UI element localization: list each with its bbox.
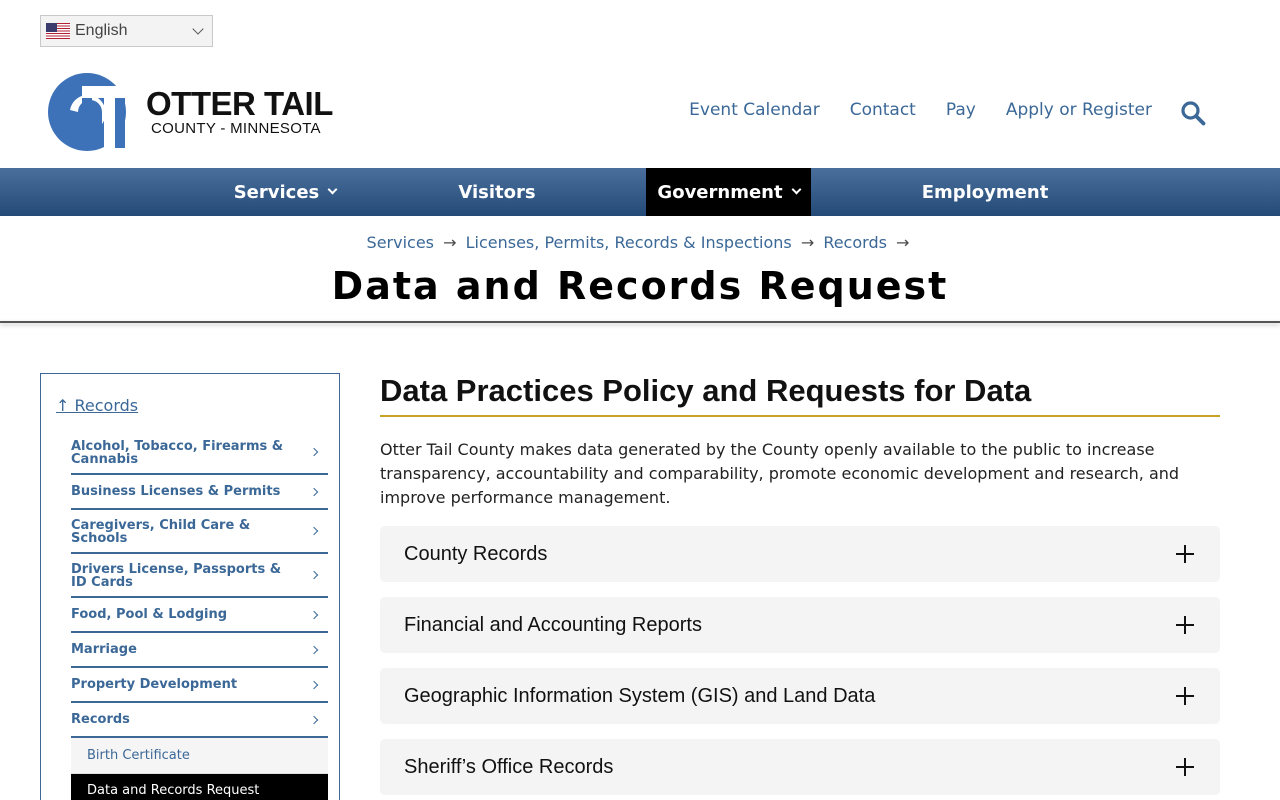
page-title: Data and Records Request [331,264,949,308]
chevron-down-icon [327,184,338,195]
apply-register-link[interactable]: Apply or Register [1006,100,1152,120]
sidebar-item-drivers-license[interactable]: Drivers License, Passports & ID Cards [71,554,328,598]
sidebar-item-records[interactable]: Records [71,703,328,738]
chevron-right-icon [309,645,319,654]
sidebar-item-label: Records [71,712,130,727]
chevron-down-icon [192,23,204,35]
breadcrumb-separator: → [800,233,815,252]
sidebar-item-marriage[interactable]: Marriage [71,633,328,668]
sidebar-subitem-data-records[interactable]: Data and Records Request [71,774,328,800]
plus-icon [1176,616,1194,634]
logo-name: OTTER TAIL [146,85,333,122]
language-label: English [75,22,128,39]
accordion-county-records[interactable]: County Records [380,526,1220,582]
nav-government[interactable]: Government [646,168,811,216]
accordion-financial-reports[interactable]: Financial and Accounting Reports [380,597,1220,653]
nav-government-label: Government [657,181,783,203]
chevron-right-icon [309,570,319,580]
nav-employment[interactable]: Employment [905,168,1065,216]
sidebar-list: Alcohol, Tobacco, Firearms & Cannabis Bu… [71,431,328,800]
nav-visitors[interactable]: Visitors [437,168,557,216]
breadcrumb-separator: → [443,233,457,252]
nav-employment-label: Employment [921,181,1049,203]
chevron-right-icon [309,680,319,689]
accordion: County Records Financial and Accounting … [380,526,1220,795]
section-title: Data Practices Policy and Requests for D… [380,373,1220,417]
breadcrumb: Services → Licenses, Permits, Records & … [0,233,1280,252]
chevron-right-icon [309,715,319,724]
accordion-gis-land-data[interactable]: Geographic Information System (GIS) and … [380,668,1220,724]
accordion-label: Financial and Accounting Reports [404,613,702,636]
sidebar-item-caregivers[interactable]: Caregivers, Child Care & Schools [71,510,328,554]
accordion-label: Geographic Information System (GIS) and … [404,684,876,707]
sidebar-item-label: Caregivers, Child Care & Schools [71,518,251,546]
pay-link[interactable]: Pay [946,100,976,120]
language-selector[interactable]: English [40,15,213,47]
sidebar-item-label: Alcohol, Tobacco, Firearms & Cannabis [71,439,284,467]
us-flag-icon [46,23,70,39]
contact-link[interactable]: Contact [850,100,916,120]
logo-subtitle: COUNTY - MINNESOTA [151,120,321,137]
nav-visitors-label: Visitors [458,181,536,203]
chevron-right-icon [309,526,319,536]
chevron-down-icon [791,184,802,195]
sidebar: ↑ Records Alcohol, Tobacco, Firearms & C… [40,373,340,800]
otter-tail-logo-icon [48,73,132,152]
chevron-right-icon [309,487,319,496]
intro-paragraph: Otter Tail County makes data generated b… [380,440,1180,507]
main-content: Data Practices Policy and Requests for D… [380,373,1220,800]
sidebar-subitem-birth-certificate[interactable]: Birth Certificate [71,738,328,774]
chevron-right-icon [309,447,319,457]
sidebar-item-alcohol[interactable]: Alcohol, Tobacco, Firearms & Cannabis [71,431,328,475]
breadcrumb-records[interactable]: Records [823,233,887,252]
utility-nav: Event Calendar Contact Pay Apply or Regi… [689,100,1152,120]
title-divider [0,321,1280,323]
accordion-label: Sheriff’s Office Records [404,755,614,778]
sidebar-item-food[interactable]: Food, Pool & Lodging [71,598,328,633]
sidebar-item-business[interactable]: Business Licenses & Permits [71,475,328,510]
search-icon[interactable] [1180,100,1206,126]
breadcrumb-services[interactable]: Services [367,233,434,252]
plus-icon [1176,545,1194,563]
nav-services[interactable]: Services [215,168,355,216]
accordion-label: County Records [404,542,548,565]
breadcrumb-separator: → [896,233,910,252]
nav-services-label: Services [233,181,320,203]
sidebar-up-link[interactable]: ↑ Records [56,396,328,415]
county-logo[interactable]: OTTER TAIL COUNTY - MINNESOTA [46,72,333,152]
breadcrumb-licenses[interactable]: Licenses, Permits, Records & Inspections [466,233,792,252]
main-nav: Services Visitors Government Employment [0,168,1280,216]
sidebar-item-label: Property Development [71,677,238,692]
chevron-right-icon [309,610,319,619]
sidebar-item-label: Food, Pool & Lodging [71,607,228,622]
sidebar-item-label: Drivers License, Passports & ID Cards [71,562,282,590]
sidebar-item-label: Business Licenses & Permits [71,484,281,499]
sidebar-item-property[interactable]: Property Development [71,668,328,703]
sidebar-item-label: Marriage [71,642,137,657]
plus-icon [1176,758,1194,776]
event-calendar-link[interactable]: Event Calendar [689,100,820,120]
accordion-sheriff-records[interactable]: Sheriff’s Office Records [380,739,1220,795]
plus-icon [1176,687,1194,705]
